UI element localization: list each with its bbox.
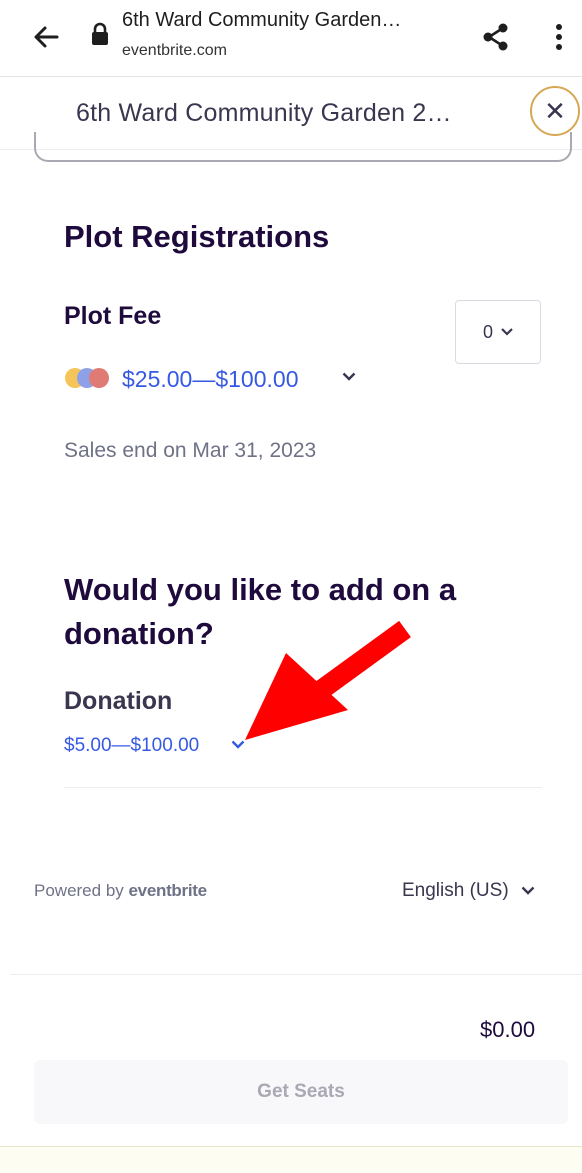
- quantity-select[interactable]: 0: [455, 300, 541, 364]
- chevron-down-icon[interactable]: [342, 372, 356, 382]
- divider: [64, 787, 542, 788]
- more-vert-icon[interactable]: [553, 22, 565, 52]
- get-seats-label: Get Seats: [257, 1081, 345, 1102]
- language-select[interactable]: English (US): [402, 880, 535, 902]
- arrow-left-icon[interactable]: [31, 22, 61, 52]
- previous-card-edge: [34, 132, 572, 162]
- bottom-banner: [0, 1146, 582, 1173]
- url-page-title[interactable]: 6th Ward Community Garden…: [122, 9, 401, 32]
- checkout-divider: [10, 974, 582, 975]
- quantity-value: 0: [482, 321, 493, 342]
- ticket-name-plot-fee: Plot Fee: [64, 302, 162, 330]
- donation-price-range[interactable]: $5.00—$100.00: [64, 735, 199, 757]
- donation-heading-line-1: Would you like to add on a: [64, 572, 457, 607]
- ticket-name-donation: Donation: [64, 687, 173, 715]
- chevron-down-icon: [521, 886, 535, 895]
- chevron-down-icon: [501, 328, 513, 336]
- powered-by-label: Powered by: [34, 881, 124, 900]
- plot-fee-price-range[interactable]: $25.00—$100.00: [122, 366, 299, 393]
- get-seats-button[interactable]: Get Seats: [34, 1060, 568, 1124]
- order-total: $0.00: [480, 1017, 536, 1042]
- modal-title: 6th Ward Community Garden 2…: [76, 99, 452, 127]
- url-domain[interactable]: eventbrite.com: [122, 42, 227, 60]
- lock-icon: [92, 22, 108, 45]
- annotation-arrow-icon: [245, 620, 411, 740]
- section-heading-plot-registrations: Plot Registrations: [64, 219, 330, 254]
- language-label: English (US): [402, 880, 509, 901]
- sales-end-text: Sales end on Mar 31, 2023: [64, 439, 317, 462]
- close-button[interactable]: ✕: [530, 86, 580, 136]
- browser-toolbar: 6th Ward Community Garden… eventbrite.co…: [0, 0, 582, 77]
- eventbrite-logo[interactable]: eventbrite: [129, 881, 208, 900]
- powered-by: Powered by eventbrite: [34, 881, 207, 901]
- payment-methods-icon: [65, 368, 109, 388]
- close-icon: ✕: [544, 95, 566, 126]
- share-icon[interactable]: [481, 22, 511, 52]
